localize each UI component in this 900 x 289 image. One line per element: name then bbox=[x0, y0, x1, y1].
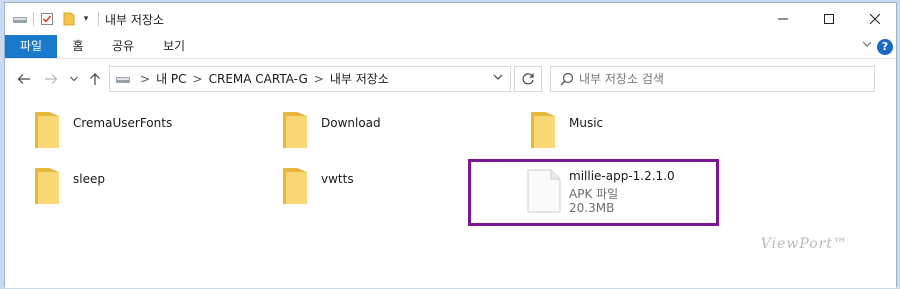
highlight-box bbox=[468, 159, 719, 226]
ribbon-tabs: 파일 홈 공유 보기 ? bbox=[5, 35, 896, 59]
folder-icon bbox=[281, 167, 311, 208]
folder-item[interactable]: sleep bbox=[27, 159, 267, 215]
folder-item[interactable]: Download bbox=[275, 103, 515, 159]
toolbar-separator bbox=[33, 12, 34, 26]
folder-name: Music bbox=[569, 116, 604, 130]
help-button[interactable]: ? bbox=[877, 39, 893, 55]
navigation-bar: > 내 PC > CREMA CARTA-G > 내부 저장소 bbox=[5, 59, 896, 99]
folder-icon bbox=[281, 111, 311, 152]
expand-ribbon-icon[interactable] bbox=[861, 38, 873, 53]
folder-item[interactable]: Music bbox=[523, 103, 763, 159]
folder-name: sleep bbox=[73, 172, 105, 186]
window-title: 내부 저장소 bbox=[105, 13, 165, 27]
breadcrumb-item-this-pc[interactable]: 내 PC bbox=[156, 72, 186, 86]
chevron-right-icon[interactable]: > bbox=[193, 72, 203, 86]
search-icon bbox=[560, 72, 574, 89]
folder-name: Download bbox=[321, 116, 381, 130]
breadcrumb: > 내 PC > CREMA CARTA-G > 내부 저장소 bbox=[134, 67, 389, 91]
maximize-button[interactable] bbox=[806, 3, 852, 35]
close-icon bbox=[870, 14, 880, 24]
customize-toolbar-icon[interactable]: ▾ bbox=[81, 11, 91, 27]
tab-view[interactable]: 보기 bbox=[157, 35, 191, 58]
file-list: CremaUserFonts Download Music sleep vwtt bbox=[5, 99, 896, 288]
watermark: ViewPort™ bbox=[760, 236, 848, 252]
title-bar: ▾ 내부 저장소 bbox=[5, 3, 896, 35]
chevron-down-icon[interactable] bbox=[492, 71, 504, 86]
properties-icon[interactable] bbox=[39, 11, 55, 27]
address-bar[interactable]: > 내 PC > CREMA CARTA-G > 내부 저장소 bbox=[109, 66, 511, 92]
breadcrumb-item-device[interactable]: CREMA CARTA-G bbox=[209, 72, 308, 86]
folder-icon bbox=[529, 111, 559, 152]
drive-icon[interactable] bbox=[11, 11, 29, 27]
tab-share[interactable]: 공유 bbox=[106, 35, 140, 58]
toolbar-separator bbox=[98, 12, 99, 26]
breadcrumb-item-internal-storage[interactable]: 내부 저장소 bbox=[330, 72, 389, 86]
tab-file[interactable]: 파일 bbox=[5, 35, 57, 58]
refresh-icon bbox=[522, 73, 534, 85]
tab-home[interactable]: 홈 bbox=[65, 35, 91, 58]
back-arrow-icon[interactable] bbox=[15, 71, 33, 87]
minimize-button[interactable] bbox=[760, 3, 806, 35]
chevron-right-icon[interactable]: > bbox=[140, 72, 150, 86]
folder-item[interactable]: CremaUserFonts bbox=[27, 103, 267, 159]
recent-locations-icon[interactable] bbox=[68, 71, 80, 87]
new-folder-icon[interactable] bbox=[61, 11, 77, 27]
close-button[interactable] bbox=[852, 3, 898, 35]
minimize-icon bbox=[778, 18, 788, 20]
search-box[interactable] bbox=[550, 66, 875, 92]
maximize-icon bbox=[824, 14, 834, 24]
folder-icon bbox=[33, 111, 63, 152]
folder-name: vwtts bbox=[321, 172, 354, 186]
forward-arrow-icon[interactable] bbox=[42, 71, 60, 87]
chevron-right-icon[interactable]: > bbox=[314, 72, 324, 86]
explorer-window: ▾ 내부 저장소 파일 홈 공유 보기 ? > 내 PC > CREMA CAR… bbox=[4, 2, 897, 288]
up-arrow-icon[interactable] bbox=[87, 71, 103, 87]
folder-name: CremaUserFonts bbox=[73, 116, 173, 130]
folder-icon bbox=[33, 167, 63, 208]
drive-icon bbox=[115, 73, 131, 88]
refresh-button[interactable] bbox=[514, 66, 542, 92]
search-input[interactable] bbox=[579, 70, 859, 88]
